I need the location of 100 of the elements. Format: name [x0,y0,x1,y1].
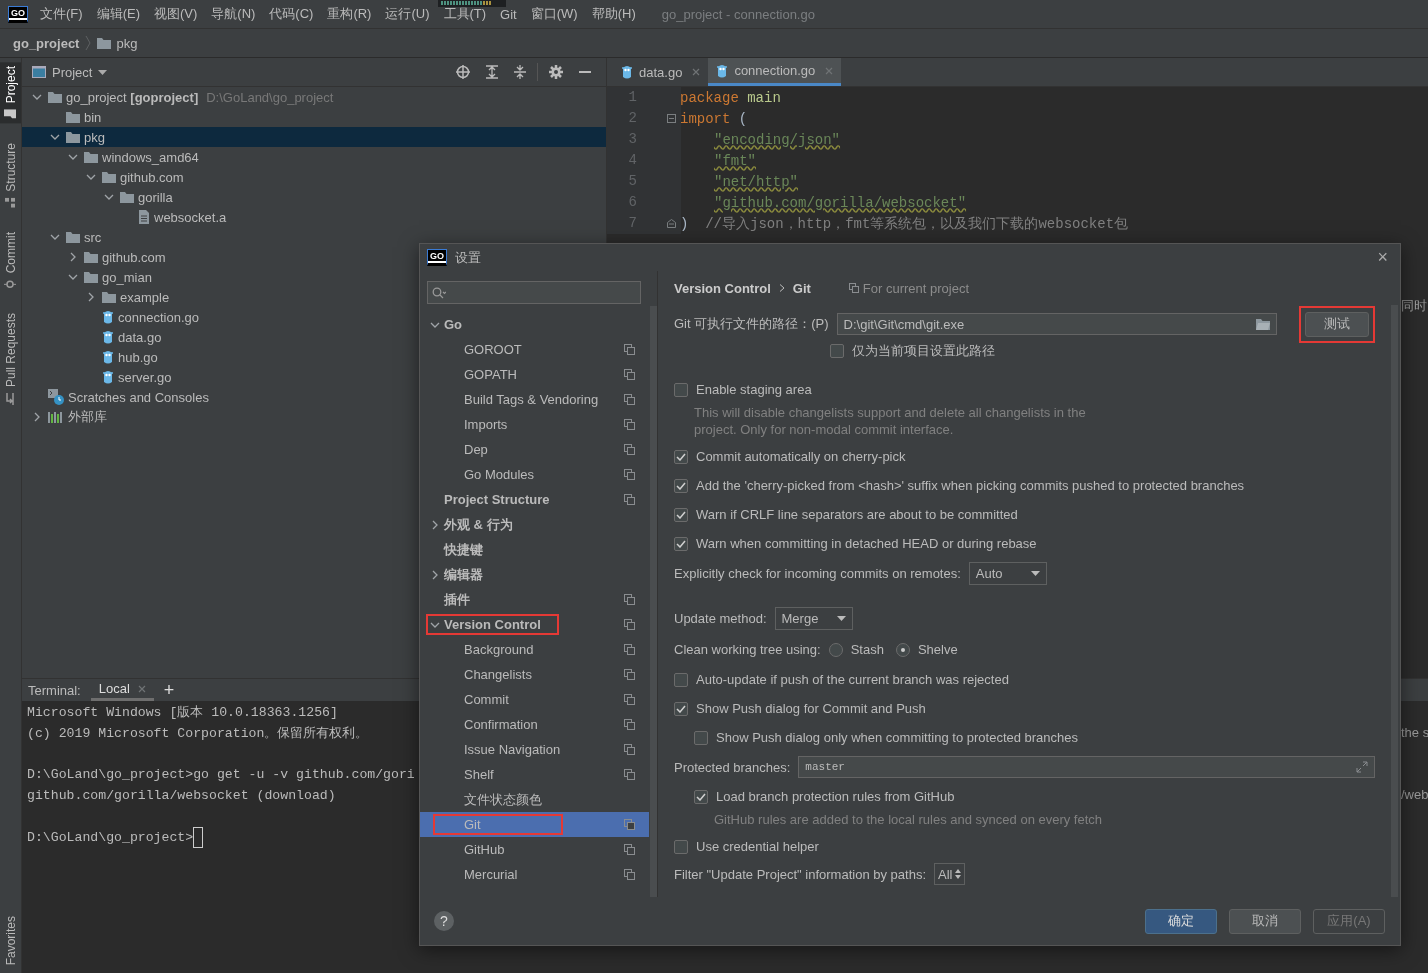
radio-button[interactable] [828,642,843,657]
tree-item[interactable]: websocket.a [22,207,606,227]
dialog-button[interactable]: 取消 [1229,908,1301,934]
tree-item[interactable]: gorilla [22,187,606,207]
dropdown[interactable]: All [934,863,966,885]
chevron-down-icon[interactable] [86,172,96,182]
input-field[interactable]: master [798,756,1375,778]
fold-icon[interactable] [667,114,676,123]
fold-icon[interactable] [667,219,676,228]
menu-item[interactable]: 代码(C) [269,5,314,23]
expand-all-icon[interactable] [486,65,498,79]
checkbox[interactable] [830,344,844,358]
breadcrumb-item[interactable]: go_project [13,35,80,51]
chevron-down-icon[interactable] [68,272,78,282]
tool-window-tab[interactable]: Favorites [0,911,21,969]
editor-tab[interactable]: connection.go [708,58,842,86]
settings-nav-item[interactable]: Imports [420,412,649,437]
add-tab-button[interactable]: + [163,679,175,701]
close-icon[interactable] [692,68,701,76]
settings-nav-item[interactable]: 文件状态颜色 [420,787,649,812]
menu-item[interactable]: 重构(R) [327,5,372,23]
radio-button[interactable] [895,642,910,657]
folder-icon[interactable] [1256,318,1270,330]
tool-window-tab[interactable]: Pull Requests [0,309,21,410]
settings-nav-item[interactable]: 快捷键 [420,537,649,562]
settings-nav-item[interactable]: GOROOT [420,337,649,362]
checkbox[interactable] [674,382,688,397]
tree-item[interactable]: example [22,287,606,307]
editor-tab[interactable]: data.go [613,58,709,86]
checkbox[interactable] [674,478,688,493]
settings-nav-item[interactable]: Changelists [420,662,649,687]
settings-nav-item[interactable]: Go [420,312,649,337]
tree-item[interactable]: bin [22,107,606,127]
settings-nav-item[interactable]: 插件 [420,587,649,612]
checkbox[interactable] [674,672,688,687]
settings-nav-item[interactable]: Mercurial [420,862,649,887]
menu-item[interactable]: Git [500,6,517,22]
dropdown[interactable]: Auto [968,562,1047,585]
chevron-right-icon[interactable] [86,292,96,302]
breadcrumb-item[interactable]: pkg [116,35,138,51]
tree-item[interactable]: go_mian [22,267,606,287]
menu-item[interactable]: 帮助(H) [591,5,636,23]
checkbox[interactable] [694,730,708,745]
settings-nav-item[interactable]: Confirmation [420,712,649,737]
help-button[interactable]: ? [434,911,454,931]
tool-window-tab[interactable]: Structure [0,139,21,213]
chevron-right-icon[interactable] [430,519,440,530]
settings-nav-item[interactable]: Project Structure [420,487,649,512]
chevron-down-icon[interactable] [104,192,114,202]
checkbox[interactable] [674,507,688,522]
tool-window-tab[interactable]: Project [0,62,21,124]
menu-item[interactable]: 视图(V) [153,5,198,23]
settings-icon[interactable] [549,65,563,79]
checkbox[interactable] [694,789,708,804]
scrollbar[interactable] [650,306,657,897]
target-icon[interactable] [456,65,470,79]
menu-item[interactable]: 运行(U) [385,5,430,23]
close-button[interactable]: × [1377,247,1388,268]
test-button[interactable]: 测试 [1305,311,1369,337]
chevron-down-icon[interactable] [50,232,60,242]
tree-item[interactable]: go_project [goproject] D:\GoLand\go_project [22,87,606,107]
dropdown[interactable]: Merge [774,607,853,630]
input-field[interactable]: D:\git\Git\cmd\git.exe [836,313,1277,335]
settings-nav-item[interactable]: 编辑器 [420,562,649,587]
checkbox[interactable] [674,449,688,464]
chevron-down-icon[interactable] [68,152,78,162]
settings-nav-item[interactable]: Shelf [420,762,649,787]
checkbox[interactable] [674,701,688,716]
menu-item[interactable]: 导航(N) [211,5,256,23]
tree-item[interactable]: github.com [22,167,606,187]
expand-icon[interactable] [1356,761,1368,773]
settings-nav-item[interactable]: Background [420,637,649,662]
chevron-right-icon[interactable] [430,569,440,580]
terminal-tab[interactable]: Local [90,679,154,701]
settings-nav-item[interactable]: Version Control [420,612,649,637]
settings-nav-item[interactable]: Build Tags & Vendoring [420,387,649,412]
settings-nav-item[interactable]: GOPATH [420,362,649,387]
close-icon[interactable] [137,684,146,693]
settings-nav-item[interactable]: GitHub [420,837,649,862]
panel-title[interactable]: Project [52,64,93,80]
settings-nav-item[interactable]: Commit [420,687,649,712]
search-field[interactable] [427,281,641,304]
chevron-down-icon[interactable] [32,92,42,102]
chevron-down-icon[interactable] [50,132,60,142]
menu-item[interactable]: 编辑(E) [96,5,140,23]
settings-nav-item[interactable]: Issue Navigation [420,737,649,762]
menu-item[interactable]: 窗口(W) [530,5,578,23]
dialog-button[interactable]: 确定 [1145,908,1217,934]
tree-item[interactable]: windows_amd64 [22,147,606,167]
checkbox[interactable] [674,839,688,854]
tree-item[interactable]: src [22,227,606,247]
collapse-all-icon[interactable] [514,65,526,79]
menu-item[interactable]: 工具(T) [443,5,487,23]
settings-nav-item[interactable]: 外观 & 行为 [420,512,649,537]
checkbox[interactable] [674,536,688,551]
tree-item[interactable]: pkg [22,127,606,147]
chevron-right-icon[interactable] [68,252,78,262]
chevron-right-icon[interactable] [32,412,42,422]
settings-nav-item[interactable]: Dep [420,437,649,462]
menu-item[interactable]: 文件(F) [40,5,83,23]
